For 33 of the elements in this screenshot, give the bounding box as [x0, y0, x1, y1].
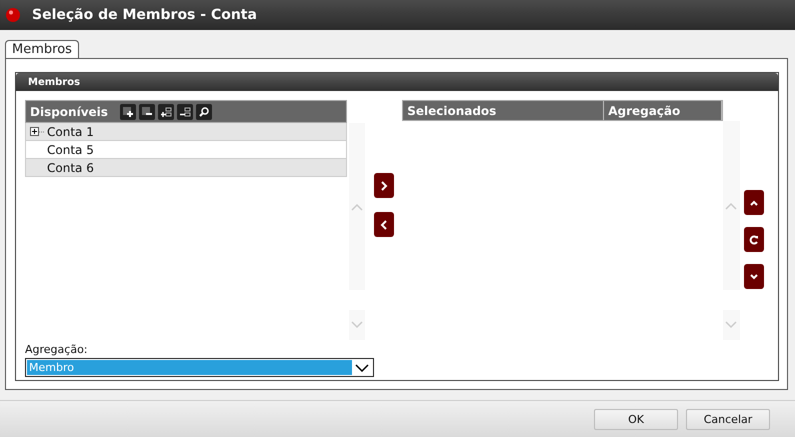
expand-tree-icon[interactable] — [158, 104, 174, 120]
tab[interactable]: Membros — [5, 40, 79, 58]
dropdown-icon — [355, 364, 369, 372]
add-button[interactable] — [374, 173, 394, 198]
window-title: Seleção de Membros - Conta — [32, 7, 257, 23]
move-up-button[interactable] — [744, 190, 764, 215]
list-row[interactable]: Conta 5 — [25, 141, 347, 159]
app-logo-icon — [6, 8, 20, 22]
remove-button[interactable] — [374, 212, 394, 237]
dialog-button[interactable]: Cancelar — [686, 408, 770, 430]
row-label: Conta 5 — [47, 142, 94, 156]
chevron-down-icon — [750, 272, 758, 282]
group-title: Membros — [16, 73, 778, 91]
list-title: Disponíveis — [30, 104, 108, 118]
row-label: Conta 1 — [47, 124, 94, 138]
expand-icon[interactable] — [30, 127, 39, 136]
move-down-button[interactable] — [744, 264, 764, 289]
remove-all-icon[interactable] — [138, 104, 155, 120]
chevron-left-icon — [380, 220, 388, 230]
collapse-tree-icon[interactable] — [176, 104, 193, 120]
add-all-icon[interactable] — [120, 104, 136, 120]
chevron-right-icon — [380, 180, 388, 190]
row-label: Conta 6 — [47, 160, 94, 174]
dialog-button[interactable]: OK — [594, 408, 678, 430]
aggregation-label: Agregação: — [25, 343, 89, 356]
reset-button[interactable] — [744, 227, 764, 252]
list-row[interactable]: Conta 6 — [25, 159, 347, 177]
search-icon[interactable] — [196, 104, 212, 120]
tree-connector-icon — [39, 130, 45, 132]
column-header: Selecionados — [403, 101, 604, 120]
refresh-icon — [749, 234, 760, 244]
list-row[interactable]: Conta 1 — [25, 123, 347, 141]
column-header: Agregação — [604, 101, 722, 120]
